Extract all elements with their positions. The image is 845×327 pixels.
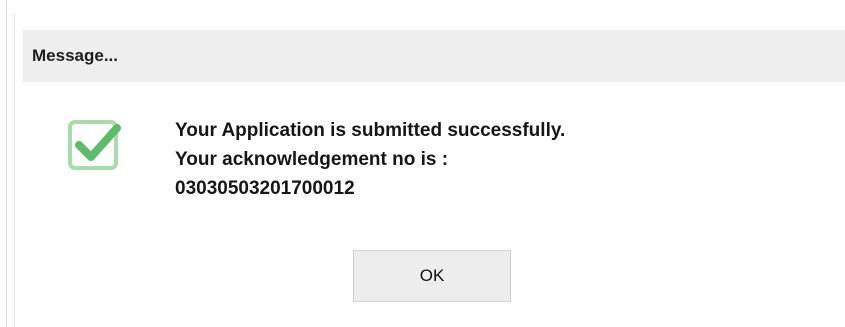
message-line-success: Your Application is submitted successful…: [175, 120, 566, 141]
message-line-ack-label: Your acknowledgement no is :: [175, 149, 449, 170]
page: Message... Your Application is submitted…: [0, 0, 845, 327]
dialog-titlebar: Message...: [23, 30, 845, 82]
check-icon: [68, 120, 121, 170]
acknowledgement-number: 03030503201700012: [175, 178, 355, 199]
divider: [6, 0, 7, 327]
background-window-edge: [0, 0, 14, 327]
message-dialog: Message... Your Application is submitted…: [14, 14, 845, 327]
dialog-title: Message...: [32, 46, 118, 65]
ok-button[interactable]: OK: [353, 250, 511, 302]
dialog-message: Your Application is submitted successful…: [175, 116, 565, 203]
